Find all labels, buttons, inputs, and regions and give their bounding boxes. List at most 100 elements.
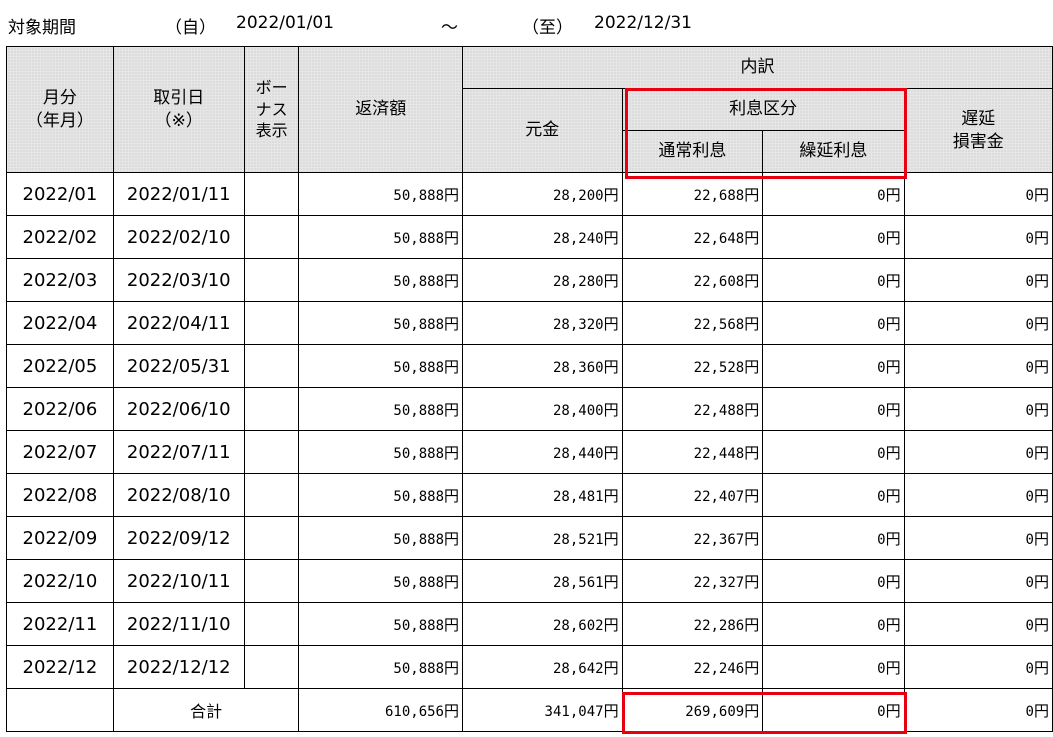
- cell-normal-interest: 22,528円: [621, 344, 764, 388]
- currency-unit: 円: [444, 572, 460, 591]
- cell-month: 2022/08: [6, 473, 114, 517]
- cell-repayment-value: 50,888: [393, 316, 444, 333]
- cell-normal-interest-value: 22,608: [693, 273, 745, 290]
- period-to-date: 2022/12/31: [594, 13, 692, 33]
- cell-deferred-interest-value: 0: [877, 445, 886, 462]
- table-row: 2022/09 2022/09/12 50,888円 28,521円 22,367円 0円…: [6, 516, 1053, 560]
- cell-date-value: 2022/06/10: [126, 398, 231, 420]
- header-date: 取引日 （※）: [112, 46, 245, 173]
- cell-bonus: [243, 172, 300, 216]
- cell-deferred-interest-value: 0: [877, 488, 886, 505]
- cell-late-fee: 0円: [903, 602, 1053, 646]
- header-repayment: 返済額: [298, 46, 464, 173]
- table-body: 2022/01 2022/01/11 50,888円 28,200円 22,688円 0円…: [6, 172, 1053, 732]
- currency-unit: 円: [744, 529, 760, 548]
- cell-late-fee-value: 0: [1025, 531, 1034, 548]
- cell-normal-interest: 22,448円: [621, 430, 764, 474]
- cell-repayment: 50,888円: [298, 344, 464, 388]
- cell-date: 2022/01/11: [112, 172, 245, 216]
- cell-month-value: 2022/01: [22, 183, 98, 205]
- cell-repayment: 50,888円: [298, 172, 464, 216]
- header-bonus-line1: ボー: [255, 78, 288, 98]
- cell-date-value: 2022/08/10: [126, 484, 231, 506]
- currency-unit: 円: [885, 572, 901, 591]
- currency-unit: 円: [444, 271, 460, 290]
- currency-unit: 円: [744, 486, 760, 505]
- cell-date: 2022/10/11: [112, 559, 245, 603]
- total-principal-value: 341,047: [544, 703, 604, 720]
- cell-repayment: 50,888円: [298, 602, 464, 646]
- table-row: 2022/06 2022/06/10 50,888円 28,400円 22,488円 0円…: [6, 387, 1053, 431]
- cell-principal-value: 28,280: [552, 273, 604, 290]
- currency-unit: 円: [1033, 529, 1049, 548]
- total-deferred-interest-value: 0: [877, 703, 886, 720]
- cell-normal-interest: 22,407円: [621, 473, 764, 517]
- total-normal-interest-value: 269,609: [685, 703, 745, 720]
- cell-late-fee: 0円: [903, 645, 1053, 689]
- currency-unit: 円: [1033, 486, 1049, 505]
- total-principal: 341,047円: [462, 688, 623, 732]
- cell-principal-value: 28,240: [552, 230, 604, 247]
- cell-normal-interest: 22,286円: [621, 602, 764, 646]
- currency-unit: 円: [1033, 228, 1049, 247]
- table-row: 2022/10 2022/10/11 50,888円 28,561円 22,327円 0円…: [6, 559, 1053, 603]
- cell-late-fee: 0円: [903, 559, 1053, 603]
- cell-deferred-interest-value: 0: [877, 617, 886, 634]
- currency-unit: 円: [744, 357, 760, 376]
- cell-deferred-interest-value: 0: [877, 359, 886, 376]
- total-deferred-interest: 0円: [762, 688, 905, 732]
- cell-month-value: 2022/10: [22, 570, 98, 592]
- currency-unit: 円: [885, 400, 901, 419]
- cell-repayment: 50,888円: [298, 516, 464, 560]
- currency-unit: 円: [603, 314, 619, 333]
- cell-principal: 28,280円: [462, 258, 623, 302]
- cell-repayment: 50,888円: [298, 215, 464, 259]
- header-late-line2: 損害金: [952, 131, 1004, 152]
- header-breakdown: 内訳: [462, 46, 1053, 89]
- cell-normal-interest: 22,608円: [621, 258, 764, 302]
- cell-principal-value: 28,360: [552, 359, 604, 376]
- currency-unit: 円: [603, 486, 619, 505]
- currency-unit: 円: [603, 228, 619, 247]
- cell-month: 2022/02: [6, 215, 114, 259]
- cell-bonus: [243, 430, 300, 474]
- cell-month-value: 2022/12: [22, 656, 98, 678]
- currency-unit: 円: [444, 228, 460, 247]
- cell-normal-interest: 22,367円: [621, 516, 764, 560]
- cell-month-value: 2022/04: [22, 312, 98, 334]
- cell-date: 2022/07/11: [112, 430, 245, 474]
- table-row: 2022/05 2022/05/31 50,888円 28,360円 22,528円 0円…: [6, 344, 1053, 388]
- cell-bonus: [243, 387, 300, 431]
- currency-unit: 円: [444, 357, 460, 376]
- total-label: 合計: [112, 688, 300, 732]
- currency-unit: 円: [603, 701, 619, 720]
- header-principal-label: 元金: [525, 120, 560, 141]
- cell-normal-interest: 22,568円: [621, 301, 764, 345]
- cell-deferred-interest-value: 0: [877, 660, 886, 677]
- currency-unit: 円: [885, 314, 901, 333]
- table-row: 2022/07 2022/07/11 50,888円 28,440円 22,448円 0円…: [6, 430, 1053, 474]
- currency-unit: 円: [444, 443, 460, 462]
- cell-principal-value: 28,642: [552, 660, 604, 677]
- table-row: 2022/04 2022/04/11 50,888円 28,320円 22,568円 0円…: [6, 301, 1053, 345]
- cell-principal: 28,642円: [462, 645, 623, 689]
- cell-repayment: 50,888円: [298, 645, 464, 689]
- total-repayment: 610,656円: [298, 688, 464, 732]
- cell-principal-value: 28,481: [552, 488, 604, 505]
- cell-month-value: 2022/11: [22, 613, 98, 635]
- period-bar: 対象期間 （自） 2022/01/01 ～ （至） 2022/12/31: [0, 0, 1053, 46]
- cell-date-value: 2022/02/10: [126, 226, 231, 248]
- currency-unit: 円: [444, 400, 460, 419]
- currency-unit: 円: [1033, 185, 1049, 204]
- cell-deferred-interest: 0円: [762, 473, 905, 517]
- cell-date-value: 2022/12/12: [126, 656, 231, 678]
- currency-unit: 円: [444, 486, 460, 505]
- cell-month-value: 2022/07: [22, 441, 98, 463]
- cell-month-value: 2022/06: [22, 398, 98, 420]
- cell-month: 2022/12: [6, 645, 114, 689]
- cell-bonus: [243, 473, 300, 517]
- cell-month-value: 2022/02: [22, 226, 98, 248]
- cell-deferred-interest-value: 0: [877, 230, 886, 247]
- currency-unit: 円: [885, 658, 901, 677]
- cell-deferred-interest-value: 0: [877, 574, 886, 591]
